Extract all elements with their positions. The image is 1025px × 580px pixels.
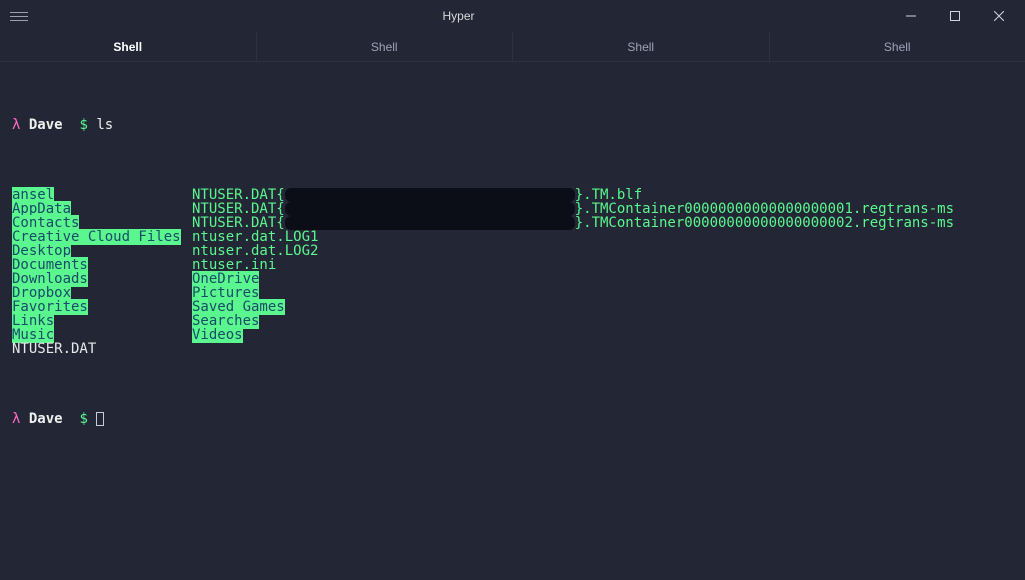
terminal-output[interactable]: λ Dave $ ls anselAppDataContactsCreative… — [0, 62, 1025, 454]
list-item: Links — [12, 314, 192, 328]
list-item: NTUSER.DAT — [12, 342, 192, 356]
list-item: Favorites — [12, 300, 192, 314]
list-item: NTUSER.DAT{}.TMContainer0000000000000000… — [192, 216, 1013, 230]
ls-output: anselAppDataContactsCreative Cloud Files… — [12, 188, 1013, 356]
prompt-user: Dave — [29, 412, 63, 426]
list-item: Music — [12, 328, 192, 342]
tab-shell[interactable]: Shell — [0, 32, 257, 61]
redaction — [285, 202, 575, 216]
ls-column-2: NTUSER.DAT{}.TM.blfNTUSER.DAT{}.TMContai… — [192, 188, 1013, 356]
list-item: Downloads — [12, 272, 192, 286]
prompt-sigil: $ — [79, 118, 87, 132]
close-button[interactable] — [977, 0, 1021, 32]
maximize-button[interactable] — [933, 0, 977, 32]
list-item: ntuser.dat.LOG2 — [192, 244, 1013, 258]
file-name-suffix: }.TMContainer00000000000000000002.regtra… — [575, 215, 954, 231]
titlebar: Hyper — [0, 0, 1025, 32]
window-controls — [889, 0, 1021, 32]
close-icon — [994, 11, 1004, 21]
list-item: ntuser.ini — [192, 258, 1013, 272]
list-item: Contacts — [12, 216, 192, 230]
prompt-command: ls — [96, 118, 113, 132]
list-item: Desktop — [12, 244, 192, 258]
prompt-sigil: $ — [79, 412, 87, 426]
window-title: Hyper — [442, 9, 474, 23]
tab-shell[interactable]: Shell — [513, 32, 770, 61]
prompt-lambda: λ — [12, 412, 20, 426]
list-item: Dropbox — [12, 286, 192, 300]
list-item: AppData — [12, 202, 192, 216]
list-item: ntuser.dat.LOG1 — [192, 230, 1013, 244]
minimize-icon — [906, 11, 916, 21]
hamburger-icon[interactable] — [10, 12, 28, 21]
cursor — [96, 412, 104, 426]
redaction — [285, 216, 575, 230]
dir-name: Videos — [192, 327, 243, 343]
list-item: NTUSER.DAT{}.TMContainer0000000000000000… — [192, 202, 1013, 216]
prompt-lambda: λ — [12, 118, 20, 132]
list-item: Creative Cloud Files — [12, 230, 192, 244]
ls-column-1: anselAppDataContactsCreative Cloud Files… — [12, 188, 192, 356]
list-item: Documents — [12, 258, 192, 272]
maximize-icon — [950, 11, 960, 21]
tab-shell[interactable]: Shell — [770, 32, 1025, 61]
prompt-line: λ Dave $ ls — [12, 118, 1013, 132]
prompt-line: λ Dave $ — [12, 412, 1013, 426]
list-item: Searches — [192, 314, 1013, 328]
list-item: NTUSER.DAT{}.TM.blf — [192, 188, 1013, 202]
file-name: NTUSER.DAT — [12, 341, 96, 357]
tab-shell[interactable]: Shell — [257, 32, 514, 61]
list-item: ansel — [12, 188, 192, 202]
prompt-user: Dave — [29, 118, 63, 132]
minimize-button[interactable] — [889, 0, 933, 32]
list-item: OneDrive — [192, 272, 1013, 286]
redaction — [285, 188, 575, 202]
list-item: Pictures — [192, 286, 1013, 300]
tab-bar: ShellShellShellShell — [0, 32, 1025, 62]
list-item: Saved Games — [192, 300, 1013, 314]
list-item: Videos — [192, 328, 1013, 342]
